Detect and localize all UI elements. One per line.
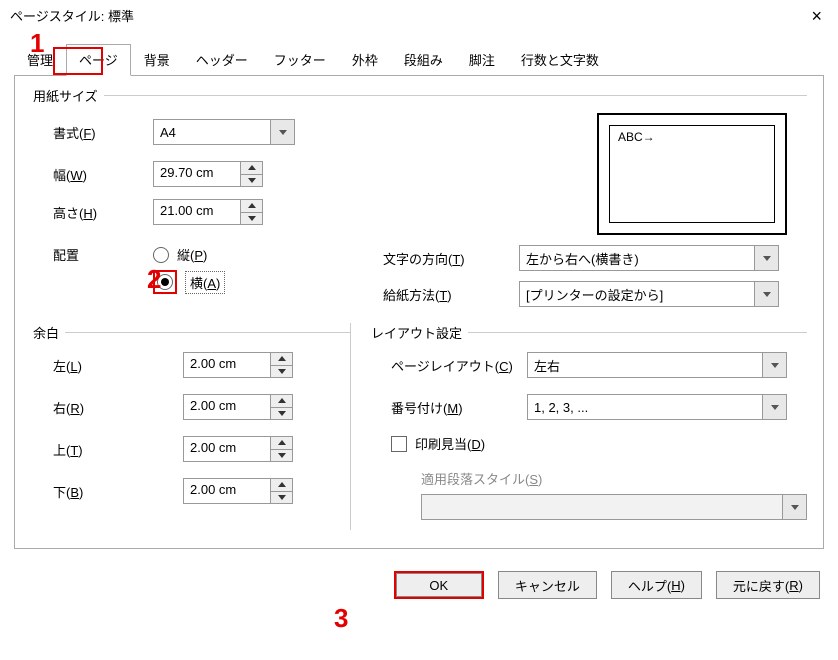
tab-background[interactable]: 背景 xyxy=(131,44,183,76)
window-title: ページスタイル: 標準 xyxy=(10,6,134,25)
ok-button[interactable]: OK xyxy=(394,571,484,599)
paper-tray-combo[interactable]: [プリンターの設定から] xyxy=(519,281,779,307)
spin-down-icon[interactable] xyxy=(271,492,292,504)
tab-panel: 用紙サイズ 書式(F) A4 幅(W) 29.70 cm xyxy=(14,75,824,549)
annotation-1: 1 xyxy=(30,28,44,59)
spin-down-icon[interactable] xyxy=(271,408,292,420)
para-style-label: 適用段落スタイル(S) xyxy=(421,469,807,488)
para-style-combo xyxy=(421,494,807,520)
margin-top-label: 上(T) xyxy=(33,440,183,459)
annotation-3: 3 xyxy=(334,603,348,634)
margin-left-spinner[interactable]: 2.00 cm xyxy=(183,352,293,378)
spin-up-icon[interactable] xyxy=(241,200,262,213)
text-direction-label: 文字の方向(T) xyxy=(363,249,519,268)
spin-up-icon[interactable] xyxy=(271,479,292,492)
width-spinner[interactable]: 29.70 cm xyxy=(153,161,263,187)
tab-strip: 管理 ページ 背景 ヘッダー フッター 外枠 段組み 脚注 行数と文字数 xyxy=(0,27,838,75)
paper-size-legend: 用紙サイズ xyxy=(33,86,104,105)
layout-legend: レイアウト設定 xyxy=(371,323,468,342)
margin-top-spinner[interactable]: 2.00 cm xyxy=(183,436,293,462)
register-true-label: 印刷見当(D) xyxy=(415,434,485,453)
text-direction-combo[interactable]: 左から右へ(横書き) xyxy=(519,245,779,271)
titlebar: ページスタイル: 標準 × xyxy=(0,0,838,27)
spin-down-icon[interactable] xyxy=(271,366,292,378)
layout-group: レイアウト設定 ページレイアウト(C) 左右 番号付け(M) 1, 2, 3, … xyxy=(371,323,807,520)
tab-columns[interactable]: 段組み xyxy=(391,44,456,76)
orientation-label: 配置 xyxy=(33,245,153,264)
height-spinner[interactable]: 21.00 cm xyxy=(153,199,263,225)
margin-bottom-spinner[interactable]: 2.00 cm xyxy=(183,478,293,504)
spin-down-icon[interactable] xyxy=(241,175,262,187)
page-layout-label: ページレイアウト(C) xyxy=(371,356,527,375)
paper-tray-label: 給紙方法(T) xyxy=(363,285,519,304)
numbering-label: 番号付け(M) xyxy=(371,398,527,417)
chevron-down-icon[interactable] xyxy=(270,120,294,144)
register-true-checkbox[interactable] xyxy=(391,436,407,452)
tab-footer[interactable]: フッター xyxy=(261,44,339,76)
page-layout-combo[interactable]: 左右 xyxy=(527,352,787,378)
page-preview: ABC→ xyxy=(597,113,787,235)
chevron-down-icon[interactable] xyxy=(762,353,786,377)
landscape-label: 横(A) xyxy=(185,271,225,294)
close-icon[interactable]: × xyxy=(805,7,828,25)
tab-footnote[interactable]: 脚注 xyxy=(456,44,508,76)
chevron-down-icon[interactable] xyxy=(754,282,778,306)
tab-header[interactable]: ヘッダー xyxy=(183,44,261,76)
spin-up-icon[interactable] xyxy=(271,353,292,366)
spin-up-icon[interactable] xyxy=(271,395,292,408)
spin-up-icon[interactable] xyxy=(271,437,292,450)
portrait-radio[interactable] xyxy=(153,247,169,263)
tab-grid[interactable]: 行数と文字数 xyxy=(508,44,612,76)
numbering-combo[interactable]: 1, 2, 3, ... xyxy=(527,394,787,420)
chevron-down-icon xyxy=(782,495,806,519)
margins-legend: 余白 xyxy=(33,323,65,342)
margin-bottom-label: 下(B) xyxy=(33,482,183,501)
tab-border[interactable]: 外枠 xyxy=(339,44,391,76)
margins-group: 余白 左(L) 2.00 cm 右(R) 2.00 cm 上(T) 2.00 c… xyxy=(33,323,350,510)
format-combo[interactable]: A4 xyxy=(153,119,295,145)
height-label: 高さ(H) xyxy=(33,203,153,222)
cancel-button[interactable]: キャンセル xyxy=(498,571,597,599)
width-label: 幅(W) xyxy=(33,165,153,184)
chevron-down-icon[interactable] xyxy=(762,395,786,419)
portrait-label: 縦(P) xyxy=(177,245,207,264)
spin-down-icon[interactable] xyxy=(241,213,262,225)
help-button[interactable]: ヘルプ(H) xyxy=(611,571,702,599)
reset-button[interactable]: 元に戻す(R) xyxy=(716,571,820,599)
page-preview-text: ABC→ xyxy=(609,125,775,223)
margin-right-spinner[interactable]: 2.00 cm xyxy=(183,394,293,420)
annotation-2: 2 xyxy=(147,264,161,295)
chevron-down-icon[interactable] xyxy=(754,246,778,270)
spin-up-icon[interactable] xyxy=(241,162,262,175)
margin-left-label: 左(L) xyxy=(33,356,183,375)
tab-page[interactable]: ページ xyxy=(66,44,131,76)
paper-size-group: 用紙サイズ 書式(F) A4 幅(W) 29.70 cm xyxy=(33,86,807,313)
margin-right-label: 右(R) xyxy=(33,398,183,417)
spin-down-icon[interactable] xyxy=(271,450,292,462)
button-bar: OK キャンセル ヘルプ(H) 元に戻す(R) xyxy=(0,563,838,611)
format-label: 書式(F) xyxy=(33,123,153,142)
